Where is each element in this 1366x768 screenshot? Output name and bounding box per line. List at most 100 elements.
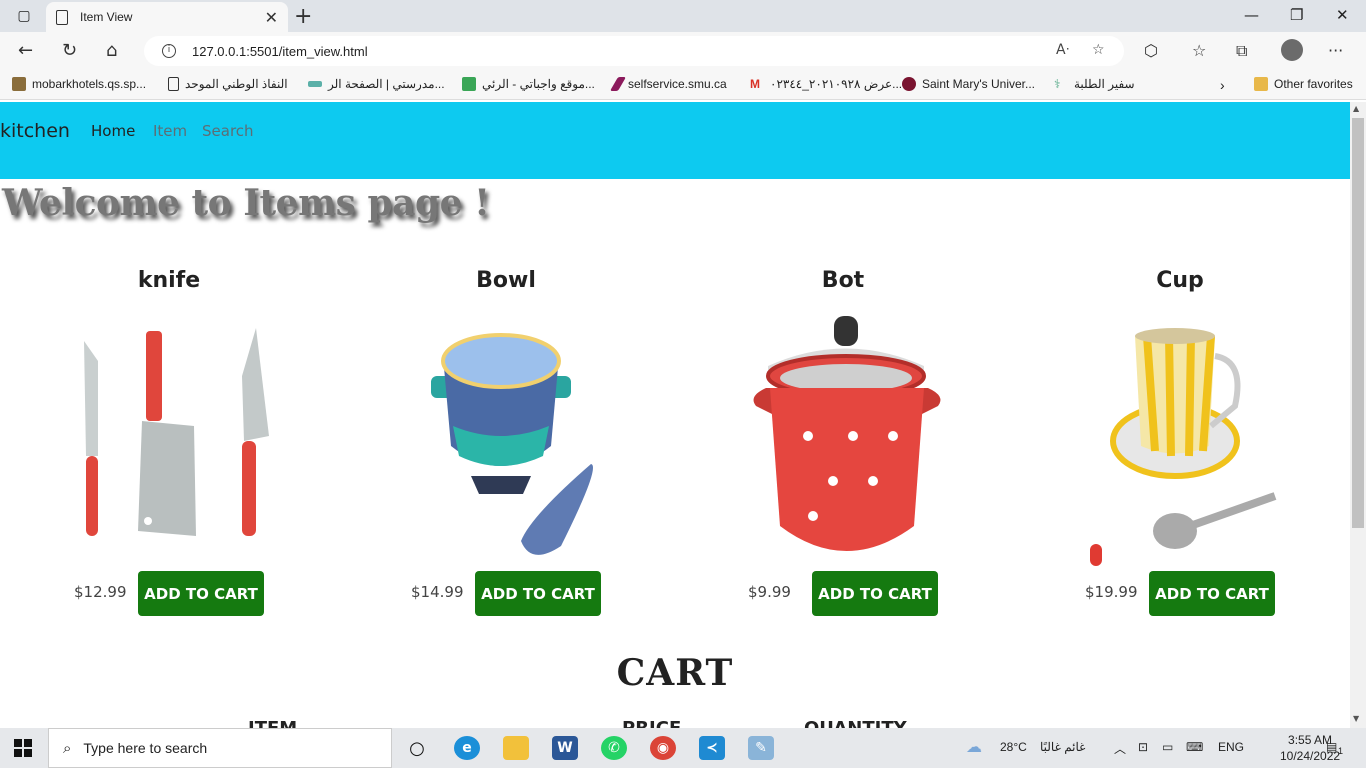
product-card: Cup $19.99 ADD TO CART [1015, 262, 1345, 622]
page-scrollbar[interactable]: ▲ ▼ [1350, 102, 1366, 728]
favorite-item[interactable]: مدرستي | الصفحة الر... [308, 77, 445, 91]
gmail-icon: M [750, 77, 760, 91]
favorite-item[interactable]: Saint Mary's Univer... [902, 77, 1035, 91]
profile-avatar[interactable] [1281, 39, 1303, 61]
favicon-icon [12, 77, 26, 91]
network-icon[interactable]: ⊡ [1138, 740, 1148, 754]
nav-home[interactable]: Home [91, 122, 135, 140]
scroll-up-icon[interactable]: ▲ [1353, 104, 1359, 113]
other-favorites[interactable]: Other favorites [1254, 77, 1353, 91]
tab-title: Item View [80, 10, 133, 24]
add-to-cart-button[interactable]: ADD TO CART [138, 571, 264, 616]
knives-image [84, 328, 269, 536]
favicon-icon [308, 81, 322, 87]
brand-link[interactable]: kitchen [0, 120, 70, 142]
favorite-item[interactable]: ⚕ سفير الطلبة [1054, 77, 1135, 91]
weather-temp[interactable]: 28°C [1000, 740, 1027, 754]
favicon-icon: ⚕ [1054, 77, 1061, 91]
add-to-cart-button[interactable]: ADD TO CART [1149, 571, 1275, 616]
site-navbar: kitchen Home Item Search [0, 102, 1350, 179]
close-tab-icon[interactable]: ✕ [265, 8, 278, 27]
favicon-icon [902, 77, 916, 91]
cart-heading: CART [616, 652, 734, 694]
whatsapp-icon[interactable]: ✆ [601, 736, 627, 760]
back-icon[interactable]: ← [18, 40, 33, 61]
extensions-icon[interactable]: ⬡ [1144, 41, 1158, 60]
product-price: $9.99 [748, 583, 791, 601]
folder-icon [1254, 77, 1268, 91]
page-icon [168, 77, 179, 91]
favorites-more-icon[interactable]: › [1220, 77, 1225, 93]
read-aloud-icon[interactable]: Aᐧ [1056, 42, 1069, 58]
bowl-image [431, 333, 593, 555]
favorite-item[interactable]: selfservice.smu.ca [609, 77, 727, 91]
site-info-icon[interactable]: i [162, 44, 176, 58]
keyboard-icon[interactable]: ⌨ [1186, 740, 1203, 754]
taskbar-search[interactable]: ⌕ Type here to search [48, 728, 392, 768]
home-icon[interactable]: ⌂ [106, 40, 117, 61]
vscode-icon[interactable]: ≺ [699, 736, 725, 760]
product-price: $14.99 [411, 583, 464, 601]
favorite-item[interactable]: mobarkhotels.qs.sp... [12, 77, 146, 91]
windows-taskbar: ⌕ Type here to search ○ e W ✆ ◉ ≺ ✎ ☁ 28… [0, 728, 1366, 768]
product-price: $19.99 [1085, 583, 1138, 601]
notifications-icon[interactable]: ▤ [1326, 740, 1337, 754]
browser-tab-bar: ▢ Item View ✕ + — ❐ ✕ [0, 0, 1366, 32]
document-icon [56, 9, 68, 25]
favorite-item[interactable]: M عرض ٢٠٢١٠٩٢٨_٠٢٣٤٤... [750, 77, 902, 91]
favorites-icon[interactable]: ☆ [1192, 41, 1206, 60]
minimize-icon[interactable]: — [1244, 6, 1259, 24]
battery-icon[interactable]: ▭ [1162, 740, 1173, 754]
cart-column-item: ITEM [248, 718, 297, 728]
notification-count: 1 [1338, 746, 1344, 756]
address-bar[interactable]: i 127.0.0.1:5501/item_view.html Aᐧ ☆ [144, 36, 1124, 66]
taskbar-search-placeholder: Type here to search [83, 740, 208, 756]
cortana-icon[interactable]: ○ [404, 736, 430, 760]
refresh-icon[interactable]: ↻ [62, 40, 77, 61]
browser-tab[interactable]: Item View ✕ [46, 2, 288, 32]
product-name: knife [137, 268, 201, 293]
page-heading: Welcome to Items page ! [2, 182, 490, 224]
add-favorite-icon[interactable]: ☆ [1092, 42, 1105, 58]
product-card: Bowl $14.99 ADD TO CART [341, 262, 671, 622]
product-name: Cup [1156, 268, 1204, 293]
weather-text[interactable]: غائم غالبًا [1040, 740, 1085, 754]
more-menu-icon[interactable]: ··· [1328, 41, 1343, 60]
window-close-icon[interactable]: ✕ [1336, 6, 1349, 24]
cart-column-quantity: QUANTITY [804, 718, 907, 728]
tray-chevron-icon[interactable]: ︿ [1114, 740, 1126, 757]
language-indicator[interactable]: ENG [1218, 740, 1244, 754]
product-price: $12.99 [74, 583, 127, 601]
address-toolbar: ← ↻ ⌂ i 127.0.0.1:5501/item_view.html Aᐧ… [0, 32, 1366, 70]
restore-icon[interactable]: ❐ [1290, 6, 1303, 24]
scrollbar-thumb[interactable] [1352, 118, 1364, 528]
new-tab-icon[interactable]: + [294, 4, 312, 29]
add-to-cart-button[interactable]: ADD TO CART [475, 571, 601, 616]
nav-item[interactable]: Item [153, 122, 187, 140]
favorite-item[interactable]: النفاذ الوطني الموحد [168, 77, 288, 91]
search-icon: ⌕ [63, 739, 72, 757]
cart-column-price: PRICE [622, 718, 681, 728]
edge-icon[interactable]: e [454, 736, 480, 760]
paint-icon[interactable]: ✎ [748, 736, 774, 760]
product-name: Bot [821, 268, 865, 293]
favorites-bar: mobarkhotels.qs.sp... النفاذ الوطني المو… [0, 70, 1366, 100]
product-card: knife $12.99 ADD TO CART [4, 262, 334, 622]
weather-icon: ☁ [966, 739, 982, 756]
nav-search[interactable]: Search [202, 122, 254, 140]
chrome-icon[interactable]: ◉ [650, 736, 676, 760]
collections-icon[interactable]: ⧉ [1236, 41, 1247, 61]
favorite-item[interactable]: موقع واجباتي - الرئي... [462, 77, 595, 91]
product-card: Bot $9.99 ADD TO CART [678, 262, 1008, 622]
word-icon[interactable]: W [552, 736, 578, 760]
scroll-down-icon[interactable]: ▼ [1353, 714, 1359, 723]
tab-actions-icon[interactable]: ▢ [10, 6, 38, 26]
add-to-cart-button[interactable]: ADD TO CART [812, 571, 938, 616]
url-text: 127.0.0.1:5501/item_view.html [192, 43, 368, 59]
windows-start-icon[interactable] [14, 739, 32, 757]
page-viewport: kitchen Home Item Search Welcome to Item… [0, 102, 1350, 728]
favicon-icon [609, 77, 627, 91]
cup-image [1090, 328, 1277, 566]
product-name: Bowl [476, 268, 536, 293]
file-explorer-icon[interactable] [503, 736, 529, 760]
